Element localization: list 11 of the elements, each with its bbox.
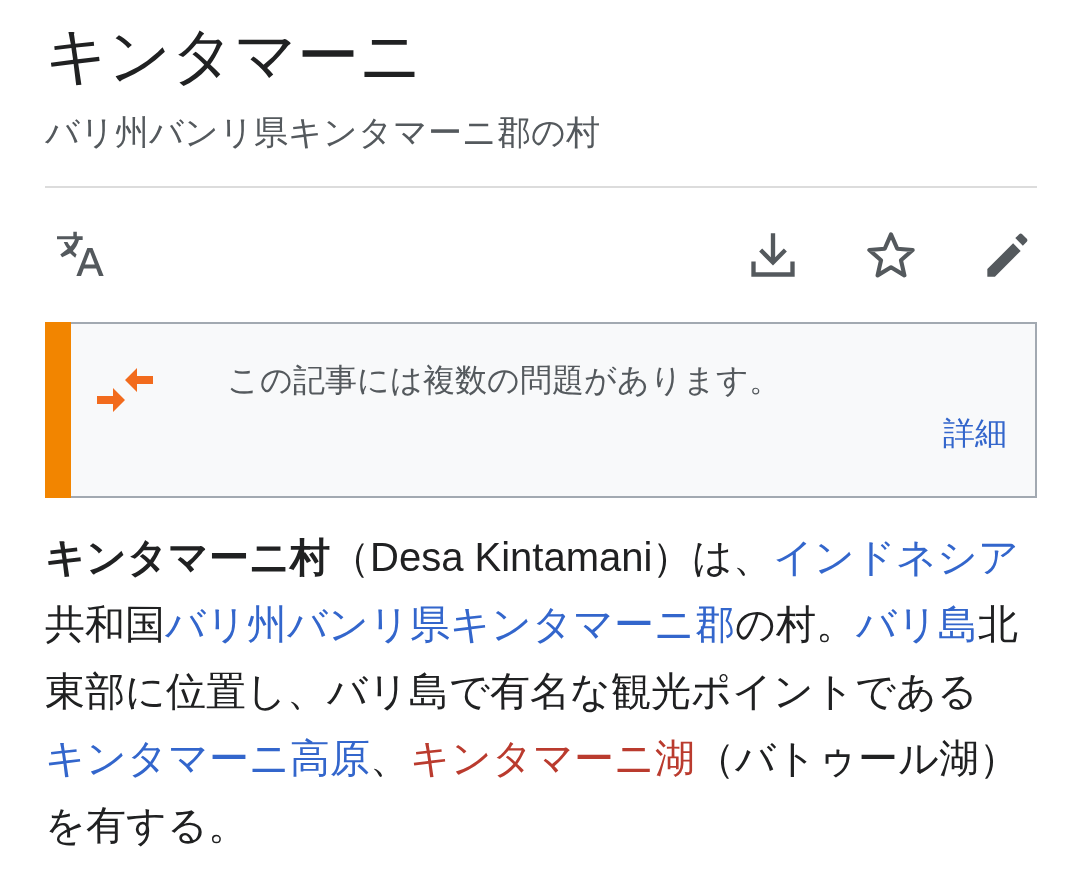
link[interactable]: バリ島	[856, 602, 978, 646]
article-paragraph: キンタマーニ村（Desa Kintamani）は、インドネシア 共和国バリ州バンリ県キンタマーニ郡の村。バリ島北東部に位置し、バリ島で有名な観光ポイントである キンタマーニ高原、キンタマーニ湖（バトゥール湖）を有する。	[45, 534, 1021, 849]
page-title: キンタマーニ	[45, 18, 423, 94]
link[interactable]: キンタマーニ高原	[45, 736, 370, 780]
details-link[interactable]: 詳細	[943, 412, 1007, 456]
page-description: バリ州バンリ県キンタマーニ郡の村	[45, 112, 601, 153]
notice-message: この記事には複数の問題があります。	[227, 361, 781, 400]
link[interactable]: インドネシア	[773, 535, 1020, 579]
missing-article-link[interactable]: キンタマーニ湖	[410, 736, 695, 780]
link[interactable]: バリ州バンリ県キンタマーニ郡	[165, 602, 735, 646]
merge-arrows-icon	[97, 366, 153, 414]
